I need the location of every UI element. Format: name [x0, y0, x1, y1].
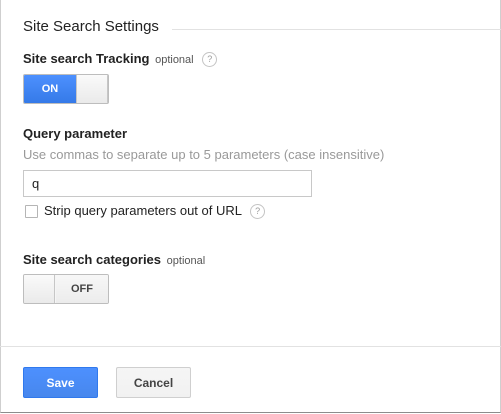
query-parameter-input[interactable]	[23, 170, 312, 197]
site-search-categories-text: Site search categories	[23, 252, 162, 267]
optional-tag: optional	[155, 54, 194, 66]
site-search-categories-label: Site search categories optional	[23, 252, 205, 267]
save-button[interactable]: Save	[23, 367, 98, 398]
toggle-knob[interactable]	[76, 75, 108, 103]
query-parameter-label: Query parameter	[23, 126, 128, 141]
cancel-button[interactable]: Cancel	[116, 367, 191, 398]
query-parameter-hint: Use commas to separate up to 5 parameter…	[23, 147, 385, 162]
footer-divider	[0, 346, 501, 347]
strip-query-label: Strip query parameters out of URL ?	[44, 203, 266, 219]
toggle-off-label: OFF	[56, 275, 108, 303]
strip-query-text: Strip query parameters out of URL	[44, 203, 242, 218]
strip-query-checkbox[interactable]	[25, 205, 38, 218]
site-search-tracking-label: Site search Tracking optional ?	[23, 51, 218, 67]
toggle-on-label: ON	[24, 75, 76, 103]
toggle-knob[interactable]	[24, 275, 55, 303]
section-divider	[172, 29, 501, 30]
help-icon[interactable]: ?	[202, 52, 218, 67]
site-search-tracking-toggle[interactable]: ON	[23, 74, 109, 104]
site-search-categories-toggle[interactable]: OFF	[23, 274, 109, 304]
help-icon[interactable]: ?	[250, 204, 266, 219]
optional-tag: optional	[166, 255, 206, 267]
site-search-tracking-text: Site search Tracking	[23, 51, 150, 66]
section-title: Site Search Settings	[23, 18, 159, 35]
